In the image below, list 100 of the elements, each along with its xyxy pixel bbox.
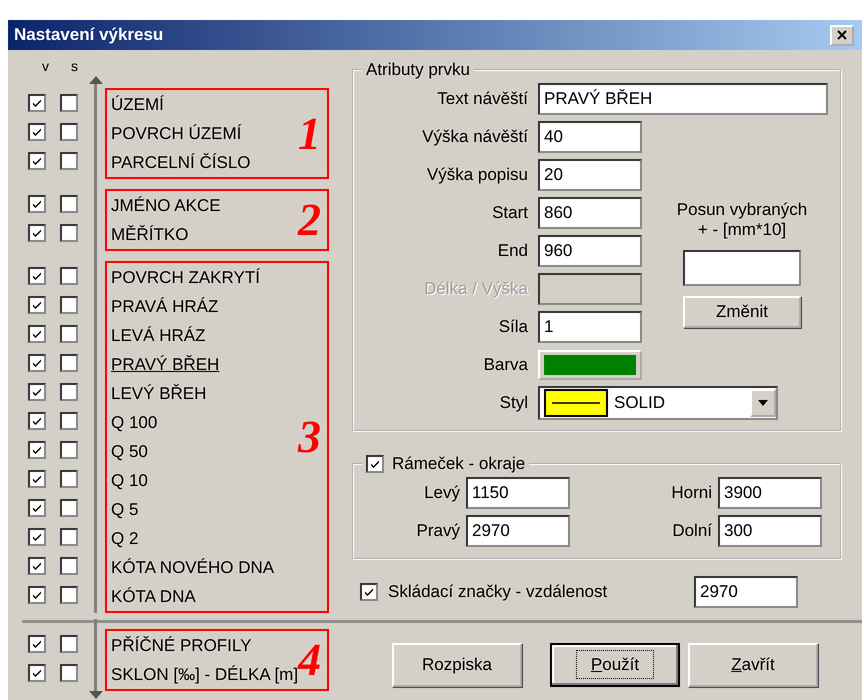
field-label: Levý (423, 483, 460, 503)
layer-item[interactable]: SKLON [‰] - DÉLKA [m] (111, 660, 298, 689)
layer-item[interactable]: JMÉNO AKCE (111, 191, 221, 220)
up-arrow-icon[interactable] (88, 76, 102, 84)
checkbox-label: Skládací značky - vzdálenost (388, 582, 608, 602)
group-title: Atributy prvku (365, 60, 471, 80)
layer-item[interactable]: Q 10 (111, 466, 274, 495)
window-title: Nastavení výkresu (14, 25, 164, 45)
checkbox[interactable] (28, 498, 46, 516)
checkbox[interactable] (60, 266, 78, 284)
annotation-number: 2 (298, 197, 321, 243)
annotation-number: 4 (298, 637, 322, 683)
checkbox[interactable] (28, 354, 46, 372)
checkbox[interactable] (28, 324, 46, 342)
checkbox[interactable] (28, 224, 46, 242)
input-field[interactable]: 2970 (694, 576, 798, 608)
checkbox[interactable] (60, 440, 78, 458)
checkbox[interactable] (60, 152, 78, 170)
checkbox[interactable] (60, 324, 78, 342)
style-dropdown[interactable]: SOLID (538, 386, 778, 420)
checkbox[interactable] (60, 354, 78, 372)
field-label: Start (491, 203, 528, 223)
layer-item[interactable]: MĚŘÍTKO (111, 220, 221, 249)
layer-item[interactable]: LEVÝ BŘEH (111, 379, 274, 408)
down-arrow-icon[interactable] (88, 691, 102, 699)
input-field[interactable]: 2970 (466, 515, 570, 547)
close-button[interactable] (830, 24, 854, 46)
dialog-button[interactable]: Zavřít (688, 643, 818, 687)
checkbox[interactable] (60, 224, 78, 242)
checkbox[interactable] (60, 296, 78, 314)
field-label: Styl (498, 393, 528, 413)
checkbox[interactable] (60, 194, 78, 212)
checkbox[interactable] (28, 382, 46, 400)
input-field[interactable]: 3900 (718, 477, 822, 509)
field-label: End (496, 241, 528, 261)
checkbox[interactable] (28, 296, 46, 314)
layer-item[interactable]: PRAVÝ BŘEH (111, 350, 274, 379)
checkbox[interactable] (28, 528, 46, 546)
checkbox[interactable] (28, 664, 46, 682)
checkbox[interactable] (28, 556, 46, 574)
checkbox[interactable] (360, 583, 378, 601)
change-button[interactable]: Změnit (683, 296, 801, 328)
input-field[interactable]: 20 (538, 159, 642, 191)
close-icon (837, 30, 847, 40)
check-icon (363, 586, 375, 598)
input-field[interactable]: 860 (538, 197, 642, 229)
layer-item[interactable]: KÓTA DNA (111, 582, 274, 611)
field-label: Výška popisu (426, 165, 528, 185)
checkbox[interactable] (366, 455, 384, 473)
layer-item[interactable]: PŘÍČNÉ PROFILY (111, 631, 298, 660)
input-field[interactable]: 960 (538, 235, 642, 267)
layer-item[interactable]: Q 100 (111, 408, 274, 437)
field-label: Výška návěští (421, 127, 528, 147)
checkbox[interactable] (60, 382, 78, 400)
checkbox-label: Rámeček - okraje (392, 454, 526, 474)
input-field[interactable]: 1 (538, 311, 642, 343)
checkbox[interactable] (28, 152, 46, 170)
checkbox[interactable] (28, 194, 46, 212)
layer-item[interactable]: Q 50 (111, 437, 274, 466)
checkbox[interactable] (28, 470, 46, 488)
input-field[interactable]: 300 (718, 515, 822, 547)
checkbox[interactable] (28, 94, 46, 112)
input-field[interactable] (683, 250, 801, 286)
checkbox[interactable] (60, 528, 78, 546)
checkbox[interactable] (60, 664, 78, 682)
layer-item[interactable]: POVRCH ÚZEMÍ (111, 119, 251, 148)
checkbox[interactable] (60, 586, 78, 604)
checkbox[interactable] (60, 634, 78, 652)
layer-item[interactable]: KÓTA NOVÉHO DNA (111, 553, 274, 582)
checkbox[interactable] (28, 412, 46, 430)
input-field[interactable]: 1150 (466, 477, 570, 509)
line-style-icon (544, 389, 608, 417)
layer-item[interactable]: ÚZEMÍ (111, 90, 251, 119)
checkbox[interactable] (60, 412, 78, 430)
checkbox[interactable] (60, 556, 78, 574)
shift-label: Posun vybraných + - [mm*10] (676, 200, 808, 240)
checkbox[interactable] (60, 498, 78, 516)
checkbox[interactable] (28, 266, 46, 284)
color-button[interactable] (538, 350, 642, 380)
check-icon (369, 458, 381, 470)
checkbox[interactable] (28, 586, 46, 604)
field-label: Barva (482, 355, 528, 375)
checkbox[interactable] (28, 122, 46, 140)
input-field[interactable]: PRAVÝ BŘEH (538, 83, 828, 115)
layer-item[interactable]: Q 5 (111, 495, 274, 524)
layer-item[interactable]: POVRCH ZAKRYTÍ (111, 263, 274, 292)
checkbox[interactable] (60, 122, 78, 140)
checkbox[interactable] (28, 634, 46, 652)
field-label: Text návěští (436, 89, 528, 109)
dialog-button[interactable]: Rozpiska (392, 643, 522, 687)
checkbox[interactable] (28, 440, 46, 458)
annotation-number: 3 (298, 414, 321, 460)
dialog-button[interactable]: Použít (550, 643, 680, 687)
input-field[interactable]: 40 (538, 121, 642, 153)
checkbox[interactable] (60, 470, 78, 488)
checkbox[interactable] (60, 94, 78, 112)
layer-item[interactable]: PARCELNÍ ČÍSLO (111, 148, 251, 177)
layer-item[interactable]: Q 2 (111, 524, 274, 553)
layer-item[interactable]: LEVÁ HRÁZ (111, 321, 274, 350)
layer-item[interactable]: PRAVÁ HRÁZ (111, 292, 274, 321)
